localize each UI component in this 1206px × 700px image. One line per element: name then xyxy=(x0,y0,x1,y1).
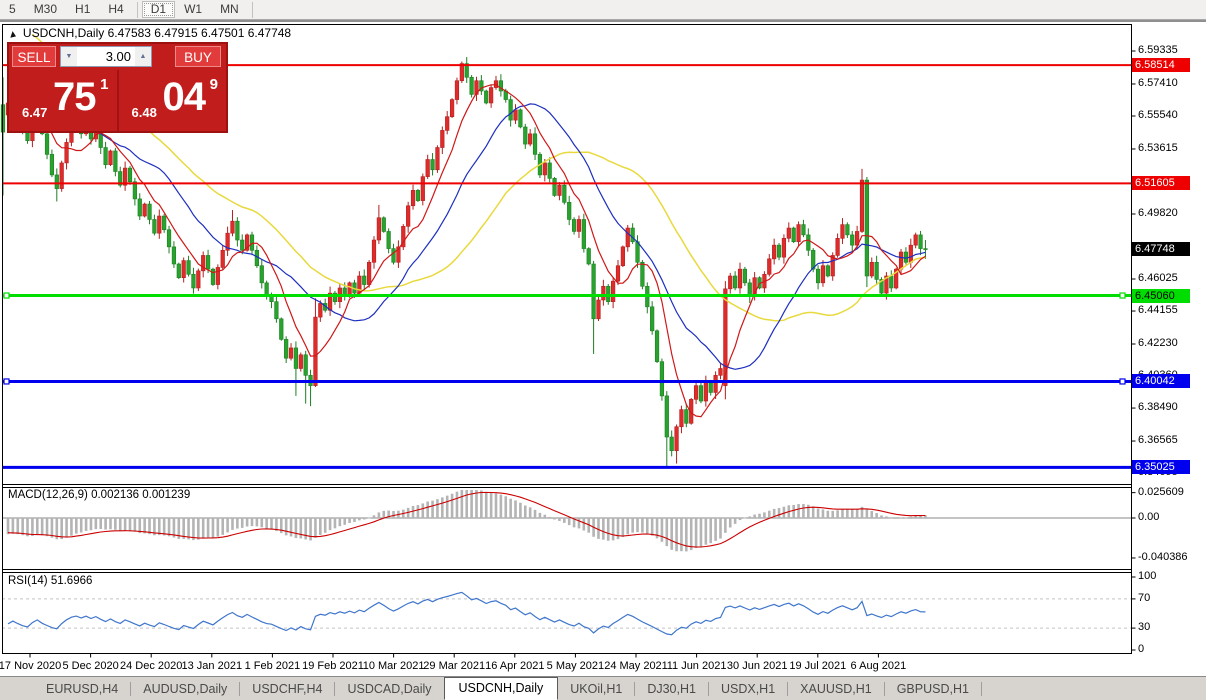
price-level-label-6.51605: 6.51605 xyxy=(1132,176,1190,190)
rsi-axis-label: 70 xyxy=(1138,592,1150,604)
macd-header: MACD(12,26,9) 0.002136 0.001239 xyxy=(8,489,190,501)
chart-tab-usdcad[interactable]: USDCAD,Daily xyxy=(335,679,443,700)
sell-price-pip: 1 xyxy=(100,76,108,93)
rsi-header: RSI(14) 51.6966 xyxy=(8,575,92,587)
date-label: 29 Mar 2021 xyxy=(423,660,485,672)
sell-price-main: 75 xyxy=(53,75,96,120)
date-label: 5 May 2021 xyxy=(547,660,604,672)
chart-symbol-period: USDCNH,Daily xyxy=(23,26,104,40)
sell-price-base: 6.47 xyxy=(22,105,47,120)
price-axis-label: 6.53615 xyxy=(1138,142,1178,154)
date-axis[interactable]: 17 Nov 20205 Dec 202024 Dec 202013 Jan 2… xyxy=(0,658,1131,674)
timeframe-toolbar: 5M30H1H4 D1W1MN xyxy=(0,0,1206,20)
price-axis-label: 6.59335 xyxy=(1138,44,1178,56)
date-label: 1 Feb 2021 xyxy=(245,660,301,672)
rsi-pane-layer xyxy=(2,592,1131,634)
triangle-down-icon: ▼ xyxy=(66,53,73,60)
rsi-axis-label: 0 xyxy=(1138,643,1144,655)
volume-decrease-button[interactable]: ▼ xyxy=(61,47,77,66)
price-axis-label: 6.55540 xyxy=(1138,109,1178,121)
price-level-label-6.47748: 6.47748 xyxy=(1132,242,1190,256)
chart-title: ▲ USDCNH,Daily 6.47583 6.47915 6.47501 6.… xyxy=(8,26,291,40)
timeframe-button-h1[interactable]: H1 xyxy=(66,1,99,18)
chart-tab-ukoil[interactable]: UKOil,H1 xyxy=(558,679,634,700)
date-label: 17 Nov 2020 xyxy=(0,660,61,672)
rsi-axis-label: 100 xyxy=(1138,570,1156,582)
chart-tab-gbpusd[interactable]: GBPUSD,H1 xyxy=(885,679,981,700)
chart-tab-usdchf[interactable]: USDCHF,H4 xyxy=(240,679,334,700)
buy-price-display[interactable]: 6.48 04 9 xyxy=(119,70,227,131)
sell-button[interactable]: SELL xyxy=(12,46,56,67)
price-axis-label: 6.46025 xyxy=(1138,272,1178,284)
date-label: 30 Jun 2021 xyxy=(727,660,788,672)
chart-tab-bar: EURUSD,H4AUDUSD,DailyUSDCHF,H4USDCAD,Dai… xyxy=(0,676,1206,700)
line-handle[interactable] xyxy=(4,379,9,384)
triangle-up-icon: ▲ xyxy=(140,53,147,60)
quote-panel-prices: 6.47 75 1 6.48 04 9 xyxy=(9,70,226,131)
date-label: 24 May 2021 xyxy=(604,660,668,672)
date-label: 10 Mar 2021 xyxy=(363,660,425,672)
buy-price-base: 6.48 xyxy=(132,105,157,120)
timeframe-button-5[interactable]: 5 xyxy=(0,1,25,18)
timeframe-button-m30[interactable]: M30 xyxy=(25,1,66,18)
date-label: 13 Jan 2021 xyxy=(182,660,243,672)
chart-tab-usdx[interactable]: USDX,H1 xyxy=(709,679,787,700)
price-axis-label: 6.44155 xyxy=(1138,304,1178,316)
macd-axis-label: 0.025609 xyxy=(1138,486,1184,498)
date-label: 5 Dec 2020 xyxy=(62,660,118,672)
price-axis-label: 6.49820 xyxy=(1138,207,1178,219)
date-label: 16 Apr 2021 xyxy=(485,660,544,672)
rsi-axis-label: 30 xyxy=(1138,621,1150,633)
chart-tab-dj30[interactable]: DJ30,H1 xyxy=(635,679,708,700)
price-axis-label: 6.36565 xyxy=(1138,434,1178,446)
chart-tab-eurusd[interactable]: EURUSD,H4 xyxy=(34,679,130,700)
line-handle[interactable] xyxy=(1120,379,1125,384)
price-axis-label: 6.42230 xyxy=(1138,337,1178,349)
hline-6.40042[interactable] xyxy=(2,379,1131,384)
timeframe-button-mn[interactable]: MN xyxy=(211,1,248,18)
price-axis[interactable]: 6.59335 6.57410 6.55540 6.53615 6.49820 6.460… xyxy=(1132,21,1206,654)
chart-tab-xauusd[interactable]: XAUUSD,H1 xyxy=(788,679,884,700)
chart-tab-audusd[interactable]: AUDUSD,Daily xyxy=(131,679,239,700)
toolbar-separator xyxy=(252,2,253,18)
sell-price-display[interactable]: 6.47 75 1 xyxy=(9,70,119,131)
volume-increase-button[interactable]: ▲ xyxy=(135,47,151,66)
date-label: 11 Jun 2021 xyxy=(667,660,727,672)
timeframe-button-h4[interactable]: H4 xyxy=(99,1,132,18)
toolbar-separator xyxy=(137,2,138,18)
hline-6.4506[interactable] xyxy=(2,293,1131,298)
macd-axis-label: 0.00 xyxy=(1138,511,1159,523)
window-edge xyxy=(0,20,1206,22)
price-level-label-6.40042: 6.40042 xyxy=(1132,374,1190,388)
date-label: 24 Dec 2020 xyxy=(120,660,182,672)
trading-terminal: 5M30H1H4 D1W1MN ▲ USDCNH,Daily 6.47583 6.4… xyxy=(0,0,1206,700)
price-level-label-6.58514: 6.58514 xyxy=(1132,58,1190,72)
timeframe-button-w1[interactable]: W1 xyxy=(175,1,211,18)
chart-tab-usdcnh[interactable]: USDCNH,Daily xyxy=(444,677,559,700)
buy-price-pip: 9 xyxy=(210,76,218,93)
volume-stepper: ▼ ▲ xyxy=(60,46,152,67)
buy-price-main: 04 xyxy=(163,75,206,120)
chart-ohlc-values: 6.47583 6.47915 6.47501 6.47748 xyxy=(108,26,292,40)
cursor-arrow-icon: ▲ xyxy=(8,28,19,41)
date-label: 19 Feb 2021 xyxy=(302,660,364,672)
line-handle[interactable] xyxy=(1120,293,1125,298)
price-axis-label: 6.38490 xyxy=(1138,401,1178,413)
price-level-label-6.35025: 6.35025 xyxy=(1132,460,1190,474)
buy-button[interactable]: BUY xyxy=(175,46,221,67)
macd-axis-label: -0.040386 xyxy=(1138,551,1188,563)
date-label: 6 Aug 2021 xyxy=(851,660,907,672)
price-axis-label: 6.57410 xyxy=(1138,77,1178,89)
quote-panel-top-row: SELL ▼ ▲ BUY xyxy=(9,44,226,70)
volume-input[interactable] xyxy=(77,47,135,66)
tab-separator xyxy=(981,682,982,696)
date-label: 19 Jul 2021 xyxy=(789,660,846,672)
price-level-label-6.45060: 6.45060 xyxy=(1132,289,1190,303)
timeframe-button-d1[interactable]: D1 xyxy=(142,1,175,18)
quote-panel: SELL ▼ ▲ BUY 6.47 75 1 6.48 04 9 xyxy=(7,42,228,133)
line-handle[interactable] xyxy=(4,293,9,298)
